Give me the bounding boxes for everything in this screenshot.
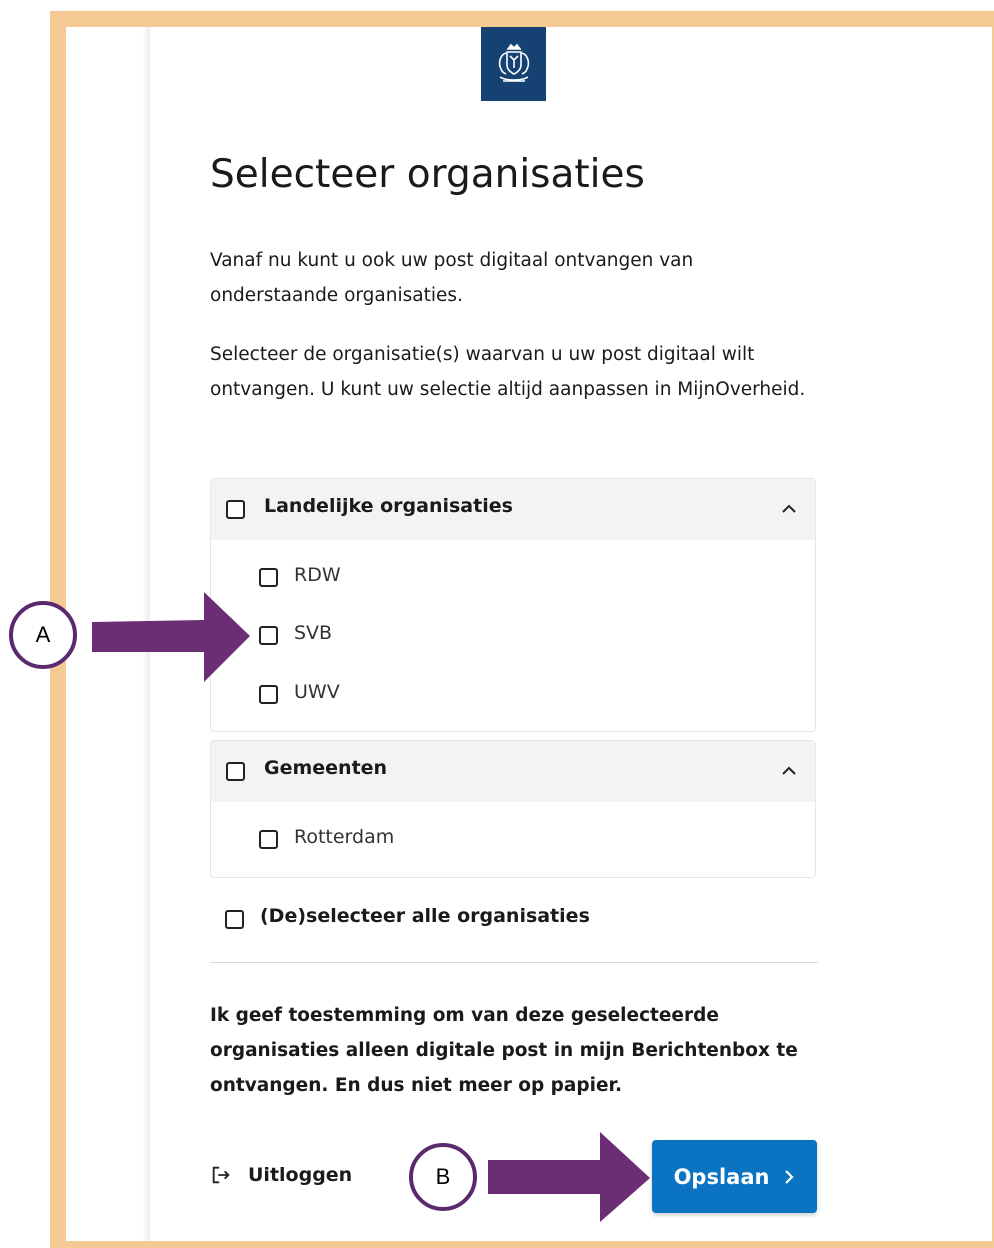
logout-label: Uitloggen [248, 1164, 353, 1186]
group-checkbox[interactable] [226, 762, 245, 781]
instruction-text: Selecteer de organisatie(s) waarvan u uw… [210, 344, 806, 400]
chevron-up-icon[interactable] [777, 759, 801, 783]
logout-arrow-icon [212, 1166, 230, 1184]
chevron-right-icon [785, 1169, 794, 1184]
group-header[interactable]: Gemeenten [211, 741, 815, 802]
group-checkbox[interactable] [226, 500, 245, 519]
group-header[interactable]: Landelijke organisaties [211, 479, 815, 540]
org-label: UWV [294, 681, 340, 703]
select-all-label: (De)selecteer alle organisaties [260, 905, 590, 927]
org-checkbox[interactable] [259, 568, 278, 587]
annotation-marker-a: A [9, 601, 77, 669]
rijksoverheid-crest-icon [481, 27, 546, 101]
group-landelijke-organisaties: Landelijke organisaties RDW SVB UWV [210, 478, 816, 732]
annotation-marker-b: B [409, 1143, 477, 1211]
select-all-checkbox[interactable] [225, 910, 244, 929]
chevron-up-icon[interactable] [777, 497, 801, 521]
org-checkbox[interactable] [259, 626, 278, 645]
save-button[interactable]: Opslaan [652, 1140, 817, 1213]
group-gemeenten: Gemeenten Rotterdam [210, 740, 816, 878]
intro-text: Vanaf nu kunt u ook uw post digitaal ont… [210, 250, 694, 306]
org-checkbox[interactable] [259, 830, 278, 849]
divider [210, 962, 818, 963]
group-label: Landelijke organisaties [264, 495, 513, 517]
page-title: Selecteer organisaties [210, 152, 645, 197]
group-label: Gemeenten [264, 757, 388, 779]
save-label: Opslaan [673, 1164, 770, 1189]
org-label: RDW [294, 564, 341, 586]
org-label: Rotterdam [294, 826, 395, 848]
logout-link[interactable]: Uitloggen [210, 1160, 352, 1190]
consent-text: Ik geef toestemming om van deze geselect… [210, 1005, 798, 1096]
org-checkbox[interactable] [259, 685, 278, 704]
org-label: SVB [294, 622, 333, 644]
left-gutter [66, 27, 150, 1241]
